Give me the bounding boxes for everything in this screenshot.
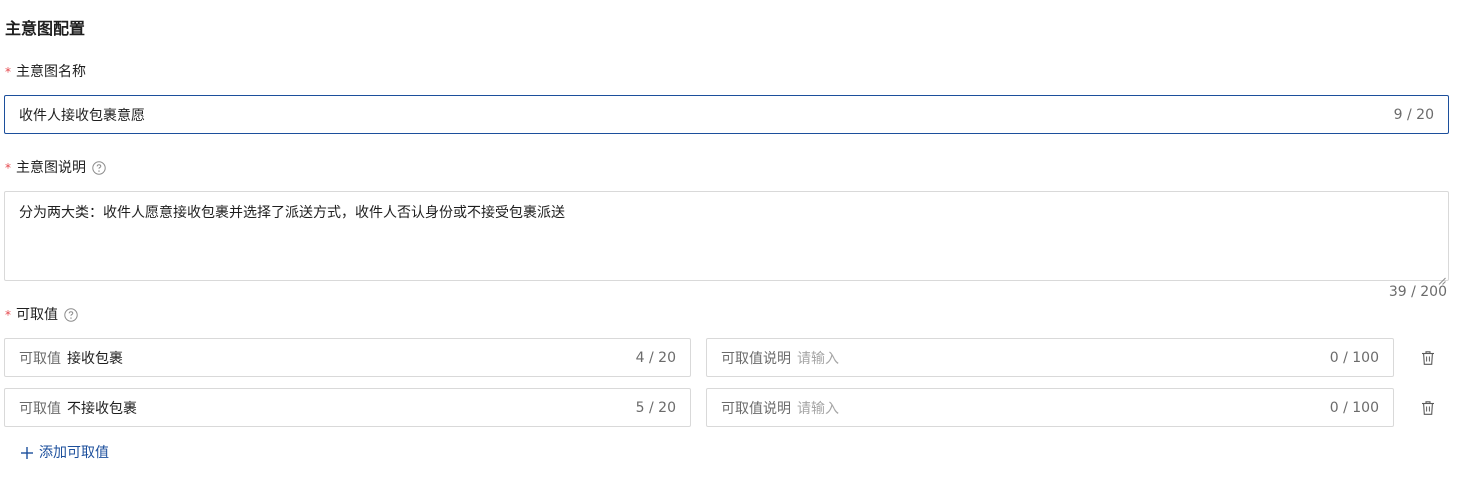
required-mark: * xyxy=(5,161,11,175)
value-count: 4 / 20 xyxy=(635,349,676,366)
value-text: 接收包裹 xyxy=(67,350,123,367)
value-description-count: 0 / 100 xyxy=(1329,349,1379,366)
value-prefix: 可取值 xyxy=(19,350,61,367)
value-description-input[interactable]: 可取值说明 请输入 0 / 100 xyxy=(706,388,1394,427)
value-text: 不接收包裹 xyxy=(67,400,137,417)
section-title: 主意图配置 xyxy=(5,19,86,38)
trash-icon[interactable] xyxy=(1421,400,1437,416)
intent-description-label: * 主意图说明 xyxy=(5,157,106,179)
intent-name-count: 9 / 20 xyxy=(1393,106,1434,123)
trash-icon[interactable] xyxy=(1421,350,1437,366)
plus-icon xyxy=(20,446,34,460)
intent-name-value: 收件人接收包裹意愿 xyxy=(19,107,145,124)
intent-description-label-text: 主意图说明 xyxy=(16,160,86,176)
intent-description-textarea[interactable]: 分为两大类：收件人愿意接收包裹并选择了派送方式，收件人否认身份或不接受包裹派送 xyxy=(4,191,1449,285)
question-circle-icon[interactable] xyxy=(92,161,106,175)
intent-description-value: 分为两大类：收件人愿意接收包裹并选择了派送方式，收件人否认身份或不接受包裹派送 xyxy=(19,205,565,221)
required-mark: * xyxy=(5,308,11,322)
values-label-text: 可取值 xyxy=(16,307,58,323)
add-value-button[interactable]: 添加可取值 xyxy=(20,442,109,464)
value-description-count: 0 / 100 xyxy=(1329,399,1379,416)
intent-name-input[interactable]: 收件人接收包裹意愿 9 / 20 xyxy=(4,95,1449,134)
required-mark: * xyxy=(5,65,11,79)
value-input[interactable]: 可取值 接收包裹 4 / 20 xyxy=(4,338,691,377)
resize-handle-icon[interactable] xyxy=(1438,270,1446,285)
value-prefix: 可取值 xyxy=(19,400,61,417)
intent-name-label-text: 主意图名称 xyxy=(16,64,86,80)
intent-name-label: * 主意图名称 xyxy=(5,61,86,83)
value-description-prefix: 可取值说明 xyxy=(721,400,791,417)
value-description-placeholder: 请输入 xyxy=(797,350,839,367)
question-circle-icon[interactable] xyxy=(64,308,78,322)
value-description-placeholder: 请输入 xyxy=(797,400,839,417)
value-description-input[interactable]: 可取值说明 请输入 0 / 100 xyxy=(706,338,1394,377)
add-value-label: 添加可取值 xyxy=(39,445,109,461)
values-label: * 可取值 xyxy=(5,304,78,326)
intent-description-count: 39 / 200 xyxy=(1388,284,1447,300)
value-description-prefix: 可取值说明 xyxy=(721,350,791,367)
value-input[interactable]: 可取值 不接收包裹 5 / 20 xyxy=(4,388,691,427)
value-count: 5 / 20 xyxy=(635,399,676,416)
